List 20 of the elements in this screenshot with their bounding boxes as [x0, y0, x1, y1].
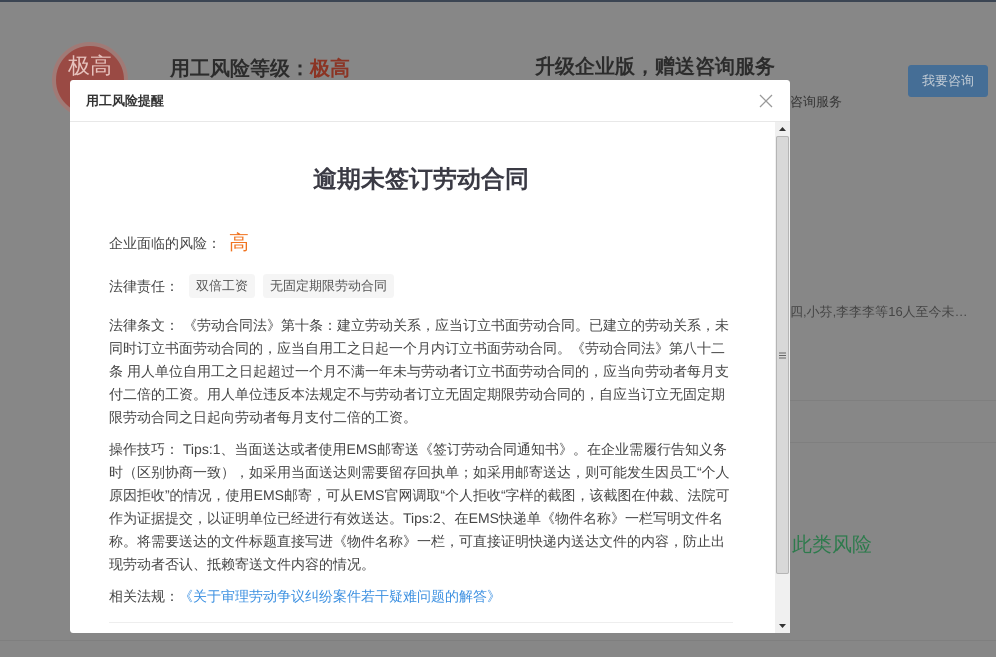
scrollbar[interactable] — [775, 122, 790, 633]
scrollbar-thumb[interactable] — [776, 136, 789, 574]
law-paragraph: 法律条文： 《劳动合同法》第十条：建立劳动关系，应当订立书面劳动合同。已建立的劳动关系，未同时订立书面劳动合同的，应当自用工之日起一个月内订立书面劳动合同。《劳动合同法》第八十二条 用人单位自用工之日起超过一个月不满一年未与劳动者订立书面劳动合同的，应当向劳动者每月支付二倍的工资。用人单位违反本法规定不与劳动者订立无固定期限劳动合同的，自应当订立无固定期限劳动合同之日起向劳动者每月支付二倍的工资。 — [109, 316, 730, 427]
promo-text: 咨询服务 — [790, 93, 842, 111]
consult-button[interactable]: 我要咨询 — [908, 65, 988, 97]
close-icon — [759, 94, 773, 108]
promo-title: 升级企业版，赠送咨询服务 — [535, 54, 775, 80]
law-paragraph: 操作技巧： Tips:1、当面送达或者使用EMS邮寄送《签订劳动合同通知书》。在企业需履行告知义务时（区别协商一致），如采用当面送达则需要留存回执单；如采用邮寄送达，则可能发生因员工“个人原因拒收”的情况，使用EMS邮寄，可从EMS官网调取“个人拒收“字样的截图，该截图在仲裁、法院可作为证据提交，以证明单位已经进行有效送达。Tips:2、在EMS快递单《物件名称》一栏写明文件名称。将需要送达的文件标题直接写进《物件名称》一栏，可直接证明快递内送达文件的内容，防止出现劳动者否认、抵赖寄送文件内容的情况。 — [109, 440, 731, 574]
dialog-heading: 逾期未签订劳动合同 — [312, 165, 530, 195]
related-law-link[interactable]: 《关于审理劳动争议纠纷案件若干疑难问题的解答》 — [179, 588, 501, 604]
liability-label: 法律责任： — [109, 276, 179, 296]
status-text: 此类风险 — [792, 533, 872, 558]
liability-tag: 双倍工资 — [189, 274, 255, 298]
close-button[interactable] — [758, 92, 774, 108]
risk-label: 企业面临的风险： — [109, 234, 221, 252]
related-label: 相关法规： — [109, 588, 179, 604]
employee-note: 四,小芬,李李李等16人至今未… — [790, 303, 968, 321]
liability-tag: 无固定期限劳动合同 — [263, 274, 394, 298]
risk-level-title: 用工风险等级：极高 — [170, 56, 350, 82]
risk-value: 高 — [229, 231, 249, 256]
